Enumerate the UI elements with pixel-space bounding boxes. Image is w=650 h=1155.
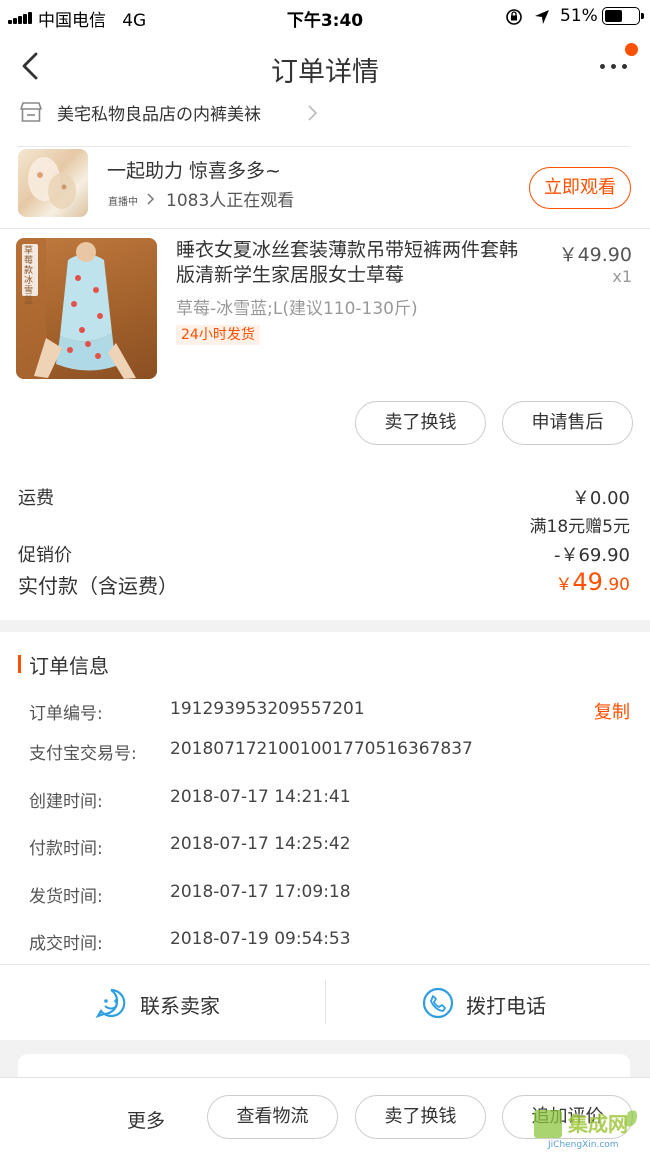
shop-icon: [20, 102, 42, 122]
sell-item-button[interactable]: 卖了换钱: [355, 401, 486, 445]
order-number-label: 订单编号:: [29, 704, 103, 724]
completed-time-value: 2018-07-19 09:54:53: [170, 929, 351, 949]
after-sale-button[interactable]: 申请售后: [502, 401, 633, 445]
nav-bar: 订单详情: [0, 34, 650, 100]
created-time-value: 2018-07-17 14:21:41: [170, 787, 351, 807]
live-status-tag: 直播中: [108, 197, 138, 208]
thumbnail-caption: 草莓款 冰雪蓝: [24, 246, 34, 306]
shipping-fee-value: ￥0.00: [571, 488, 630, 509]
paid-time-value: 2018-07-17 14:25:42: [170, 834, 351, 854]
product-price: ￥49.90: [558, 244, 632, 266]
divider: [18, 146, 630, 147]
watch-live-button[interactable]: 立即观看: [529, 167, 631, 209]
created-time-label: 创建时间:: [29, 792, 103, 812]
view-logistics-button[interactable]: 查看物流: [207, 1095, 338, 1139]
paid-amount-value: ￥49.90: [555, 568, 630, 596]
live-viewer-count: 1083人正在观看: [166, 191, 295, 211]
battery-percent: 51%: [560, 6, 598, 26]
watermark-text: 集成网: [568, 1112, 628, 1136]
contact-seller-button[interactable]: 联系卖家: [0, 965, 325, 1040]
status-bar: 中国电信 4G 下午3:40 51%: [0, 0, 650, 34]
page-title: 订单详情: [271, 57, 379, 88]
live-title[interactable]: 一起助力 惊喜多多~: [107, 156, 281, 183]
rotation-lock-icon: [506, 9, 522, 25]
call-phone-button[interactable]: 拨打电话: [326, 965, 650, 1040]
paid-time-label: 付款时间:: [29, 839, 103, 859]
section-accent: [18, 655, 21, 673]
shipping-fee-label: 运费: [18, 488, 54, 509]
more-menu-icon[interactable]: [598, 62, 630, 72]
notification-dot: [625, 43, 638, 56]
product-sku: 草莓-冰雪蓝;L(建议110-130斤): [176, 299, 418, 319]
contact-seller-label: 联系卖家: [140, 994, 220, 1018]
promo-price-value: -￥69.90: [553, 545, 630, 566]
phone-icon: [422, 987, 454, 1019]
alipay-trade-value: 2018071721001001770516367837: [170, 739, 473, 759]
shipped-time-label: 发货时间:: [29, 887, 103, 907]
order-info-title: 订单信息: [29, 654, 109, 678]
chevron-right-icon: [147, 193, 155, 205]
shipping-promo-note: 满18元赠5元: [529, 517, 630, 537]
copy-order-number-button[interactable]: 复制: [594, 698, 630, 724]
promo-price-label: 促销价: [18, 545, 72, 566]
battery-icon: [602, 7, 644, 25]
chat-smile-icon: [95, 988, 126, 1018]
product-title[interactable]: 睡衣女夏冰丝套装薄款吊带短裤两件套韩版清新学生家居服女士草莓: [176, 238, 536, 288]
chevron-right-icon: [308, 105, 318, 121]
order-number-value: 191293953209557201: [170, 699, 365, 719]
more-actions-button[interactable]: 更多: [127, 1106, 165, 1133]
paid-amount-label: 实付款（含运费）: [18, 574, 178, 598]
sell-again-button[interactable]: 卖了换钱: [355, 1095, 486, 1139]
shop-name[interactable]: 美宅私物良品店の内裤美袜: [57, 100, 261, 125]
completed-time-label: 成交时间:: [29, 934, 103, 954]
shipping-badge: 24小时发货: [176, 325, 260, 345]
shipped-time-value: 2018-07-17 17:09:18: [170, 882, 351, 902]
alipay-trade-label: 支付宝交易号:: [29, 744, 137, 764]
location-arrow-icon: [535, 10, 549, 24]
live-thumbnail[interactable]: [18, 149, 88, 217]
clock: 下午3:40: [286, 11, 364, 31]
product-thumbnail[interactable]: 草莓款 冰雪蓝: [16, 238, 157, 379]
divider: [0, 228, 650, 229]
product-quantity: x1: [612, 267, 632, 286]
watermark-url: JiChengXin.com: [548, 1140, 619, 1150]
call-phone-label: 拨打电话: [466, 994, 546, 1018]
